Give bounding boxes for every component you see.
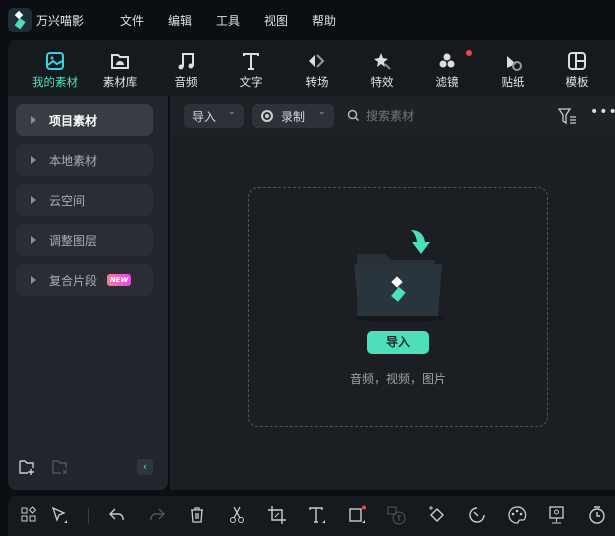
ai-portrait-icon bbox=[549, 506, 564, 524]
media-panel: 导入⌄ 录制⌄ ••• 导入 音频，视频，图片 bbox=[170, 96, 615, 490]
chevron-down-icon: ⌄ bbox=[318, 107, 326, 117]
undo-button[interactable] bbox=[107, 505, 129, 527]
layout-button[interactable] bbox=[19, 505, 41, 527]
media-library-icon bbox=[111, 54, 129, 69]
expand-arrow-icon bbox=[31, 236, 36, 244]
text-icon bbox=[309, 507, 325, 523]
text-icon bbox=[243, 53, 259, 70]
media-sidebar: 项目素材 本地素材 云空间 调整图层 复合片段 NEW ‹ bbox=[8, 96, 168, 490]
delete-button[interactable] bbox=[187, 505, 209, 527]
sticker-icon bbox=[507, 56, 522, 71]
expand-arrow-icon bbox=[31, 276, 36, 284]
keyframe-button[interactable] bbox=[427, 505, 449, 527]
cut-button[interactable] bbox=[227, 505, 249, 527]
speech-to-text-icon bbox=[387, 506, 406, 525]
expand-arrow-icon bbox=[31, 116, 36, 124]
sidebar-item-compound-clip[interactable]: 复合片段 NEW bbox=[16, 264, 153, 296]
collapse-sidebar-button[interactable]: ‹ bbox=[137, 459, 153, 475]
tab-stickers[interactable]: 贴纸 bbox=[485, 50, 541, 90]
speech-to-text-button[interactable] bbox=[387, 505, 409, 527]
speed-button[interactable] bbox=[467, 505, 489, 527]
tab-my-media[interactable]: 我的素材 bbox=[27, 50, 83, 90]
select-tool-button[interactable] bbox=[50, 505, 72, 527]
shape-button[interactable] bbox=[347, 505, 369, 527]
sidebar-item-adjustment-layer[interactable]: 调整图层 bbox=[16, 224, 153, 256]
new-badge: NEW bbox=[107, 274, 131, 286]
menu-file[interactable]: 文件 bbox=[120, 12, 144, 29]
divider bbox=[88, 508, 89, 524]
tab-media-library[interactable]: 素材库 bbox=[92, 50, 148, 90]
notification-dot bbox=[466, 50, 472, 56]
expand-arrow-icon bbox=[31, 196, 36, 204]
transition-icon bbox=[309, 54, 325, 68]
timer-icon bbox=[589, 506, 605, 524]
keyframe-icon bbox=[429, 506, 444, 522]
text-button[interactable] bbox=[307, 505, 329, 527]
crop-button[interactable] bbox=[267, 505, 289, 527]
ai-portrait-button[interactable] bbox=[547, 505, 569, 527]
layout-icon bbox=[21, 506, 37, 522]
color-palette-icon bbox=[508, 506, 527, 524]
import-hint: 音频，视频，图片 bbox=[349, 372, 446, 386]
search-icon bbox=[347, 109, 359, 121]
undo-icon bbox=[109, 508, 124, 521]
app-name: 万兴喵影 bbox=[36, 14, 85, 28]
import-folder-illustration bbox=[354, 230, 444, 322]
tab-effects[interactable]: 特效 bbox=[354, 50, 410, 90]
my-media-icon bbox=[46, 52, 64, 70]
menu-help[interactable]: 帮助 bbox=[312, 12, 336, 29]
redo-icon bbox=[150, 508, 165, 521]
tab-filters[interactable]: 滤镜 bbox=[419, 50, 475, 90]
search-input[interactable] bbox=[366, 106, 526, 126]
delete-icon bbox=[191, 507, 203, 523]
import-dropdown[interactable]: 导入 ⌄ bbox=[184, 104, 244, 128]
tab-transition[interactable]: 转场 bbox=[289, 50, 345, 90]
speed-icon bbox=[469, 507, 485, 523]
tab-templates[interactable]: 模板 bbox=[549, 50, 605, 90]
redo-button[interactable] bbox=[147, 505, 169, 527]
title-bar: 万兴喵影 文件 编辑 工具 视图 帮助 bbox=[0, 0, 615, 40]
template-icon bbox=[568, 52, 586, 70]
sidebar-item-local-media[interactable]: 本地素材 bbox=[16, 144, 153, 176]
expand-arrow-icon bbox=[31, 156, 36, 164]
app-logo bbox=[8, 8, 32, 32]
menu-view[interactable]: 视图 bbox=[264, 12, 288, 29]
effects-icon bbox=[374, 53, 391, 70]
filter-sort-icon[interactable] bbox=[558, 107, 578, 125]
select-tool-icon bbox=[51, 506, 67, 523]
media-panel-toolbar: 导入⌄ 录制⌄ ••• bbox=[170, 96, 615, 136]
record-icon bbox=[261, 110, 273, 122]
tab-text[interactable]: 文字 bbox=[223, 50, 279, 90]
delete-folder-icon[interactable] bbox=[51, 458, 69, 476]
color-button[interactable] bbox=[507, 505, 529, 527]
shape-icon bbox=[349, 505, 366, 523]
sidebar-item-project-media[interactable]: 项目素材 bbox=[16, 104, 153, 136]
tab-audio[interactable]: 音频 bbox=[158, 50, 214, 90]
new-folder-icon[interactable] bbox=[18, 458, 36, 476]
chevron-down-icon: ⌄ bbox=[228, 107, 236, 117]
timer-button[interactable] bbox=[587, 505, 609, 527]
menu-tools[interactable]: 工具 bbox=[216, 12, 240, 29]
crop-icon bbox=[268, 506, 286, 524]
filter-icon bbox=[439, 53, 455, 68]
import-drop-zone[interactable]: 导入 音频，视频，图片 bbox=[248, 187, 548, 427]
cut-icon bbox=[230, 506, 244, 523]
sidebar-item-cloud[interactable]: 云空间 bbox=[16, 184, 153, 216]
media-toolbar: 我的素材 素材库 音频 文字 转场 特效 滤镜 贴纸 模板 bbox=[8, 40, 615, 96]
import-button[interactable]: 导入 bbox=[367, 331, 429, 354]
more-options-icon[interactable]: ••• bbox=[590, 104, 615, 120]
record-dropdown[interactable]: 录制 ⌄ bbox=[252, 104, 334, 128]
timeline-toolbar bbox=[8, 496, 615, 536]
menu-edit[interactable]: 编辑 bbox=[168, 12, 192, 29]
music-note-icon bbox=[178, 53, 194, 70]
